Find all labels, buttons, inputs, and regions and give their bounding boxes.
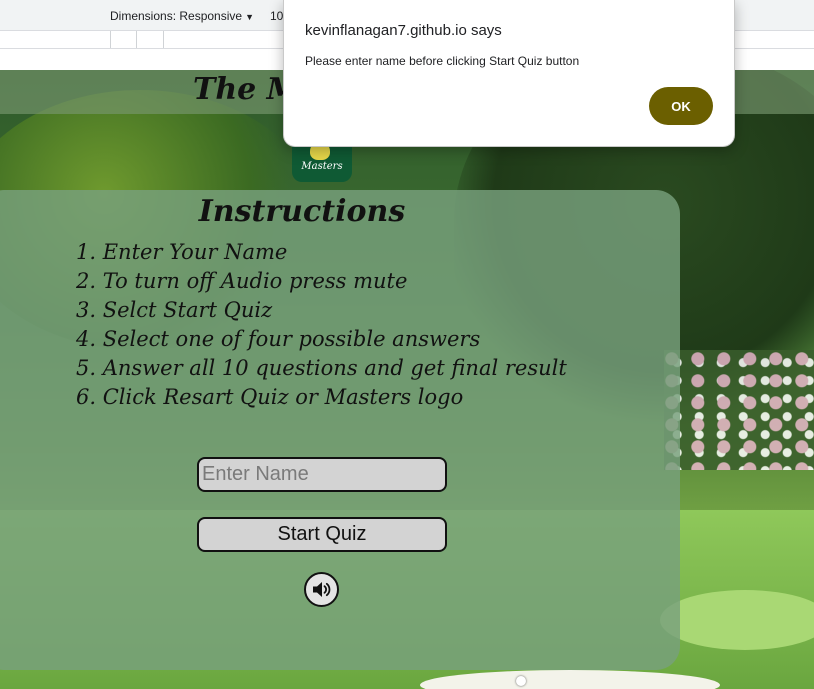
instruction-step: 3. Selct Start Quiz (76, 298, 273, 322)
page-viewport: The Masters Quiz Masters Instructions 1.… (0, 70, 814, 689)
instructions-card: Instructions 1. Enter Your Name 2. To tu… (0, 190, 680, 670)
instruction-step: 4. Select one of four possible answers (76, 327, 481, 351)
speaker-volume-icon (313, 582, 331, 597)
alert-title: kevinflanagan7.github.io says (305, 22, 502, 39)
golf-ball-icon (516, 676, 526, 686)
chevron-down-icon: ▼ (245, 12, 254, 22)
ruler-tick[interactable] (163, 31, 164, 48)
audio-toggle-button[interactable] (304, 572, 339, 607)
dimensions-label: Dimensions: Responsive (110, 9, 243, 23)
width-input[interactable]: 10 (270, 9, 283, 23)
ok-button[interactable]: OK (649, 87, 713, 125)
background-flowers (664, 350, 814, 470)
logo-text: Masters (301, 161, 343, 172)
alert-message: Please enter name before clicking Start … (305, 54, 580, 68)
instruction-step: 2. To turn off Audio press mute (76, 269, 408, 293)
instructions-list: 1. Enter Your Name 2. To turn off Audio … (76, 238, 567, 412)
instruction-step: 6. Click Resart Quiz or Masters logo (76, 385, 464, 409)
instruction-step: 5. Answer all 10 questions and get final… (76, 356, 567, 380)
dimensions-dropdown[interactable]: Dimensions: Responsive ▼ (110, 9, 254, 23)
name-input[interactable] (197, 457, 447, 492)
instructions-title: Instructions (198, 194, 406, 229)
ruler-tick[interactable] (110, 31, 111, 48)
ruler-tick[interactable] (136, 31, 137, 48)
instruction-step: 1. Enter Your Name (76, 240, 288, 264)
start-quiz-button[interactable]: Start Quiz (197, 517, 447, 552)
alert-dialog: kevinflanagan7.github.io says Please ent… (283, 0, 735, 147)
